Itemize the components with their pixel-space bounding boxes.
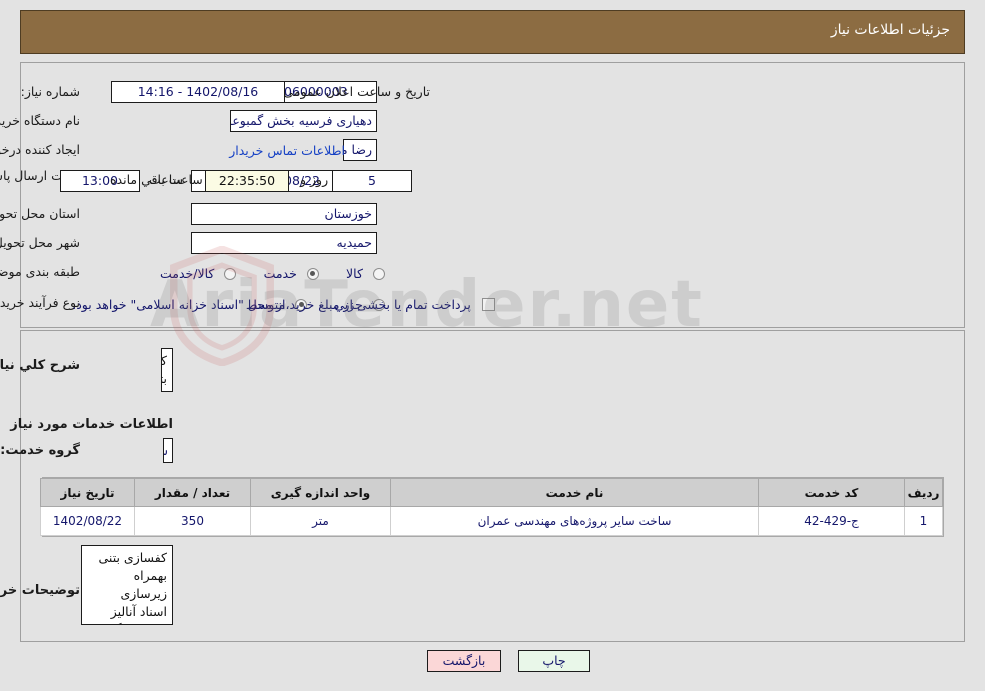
services-table: ردیف کد خدمت نام خدمت واحد اندازه گیری ت…: [40, 478, 943, 536]
service-group-label: گروه خدمت:: [0, 443, 80, 458]
treasury-bond-checkbox-row[interactable]: پرداخت تمام یا بخشی از مبلغ خرید،از محل …: [72, 294, 495, 313]
buyer-notes-textarea[interactable]: کفسازی بتنی بهمراه زیرسازی اسناد آنالیز …: [81, 545, 173, 625]
delivery-province-label: استان محل تحویل:: [0, 206, 80, 221]
delivery-province-value: خوزستان: [191, 203, 377, 225]
table-header-row: ردیف کد خدمت نام خدمت واحد اندازه گیری ت…: [40, 478, 943, 507]
general-desc-textarea[interactable]: کفسازی بتنی بهمراه زیرسازی: [161, 348, 173, 392]
table-header-cell: نام خدمت: [390, 478, 759, 507]
table-header-cell: کد خدمت: [758, 478, 905, 507]
services-table-wrapper: ردیف کد خدمت نام خدمت واحد اندازه گیری ت…: [40, 477, 944, 537]
requester-value: رضا مشیعل فنی دهیاری فرسیه بخش گمبوعه شه…: [343, 139, 377, 161]
category-label: طبقه بندی موضوعی:: [0, 264, 80, 279]
delivery-city-value: حمیدیه: [191, 232, 377, 254]
category-option-label: خدمت: [263, 266, 297, 281]
cell-service-name: ساخت سایر پروژه‌های مهندسی عمران: [390, 506, 759, 536]
table-header-cell: ردیف: [904, 478, 943, 507]
table-header-cell: تاریخ نیاز: [40, 478, 135, 507]
treasury-bond-label: پرداخت تمام یا بخشی از مبلغ خرید،از محل …: [72, 297, 471, 312]
remaining-time-value: 22:35:50: [205, 170, 289, 192]
remaining-time-label: ساعت باقي مانده: [110, 172, 203, 187]
service-group-value: ساختمان: [163, 438, 173, 463]
table-header-cell: واحد اندازه گیری: [250, 478, 391, 507]
general-desc-label: شرح کلي نیاز:: [0, 358, 80, 373]
services-section-title: اطلاعات خدمات مورد نیاز: [10, 417, 173, 432]
radio-icon[interactable]: [224, 267, 237, 280]
cell-quantity: 350: [134, 506, 251, 536]
table-header-cell: تعداد / مقدار: [134, 478, 251, 507]
process-type-label: نوع فرآیند خرید :: [0, 295, 80, 310]
buyer-notes-label: توضیحات خریدار:: [0, 583, 80, 598]
category-option-label: کالا: [346, 266, 363, 281]
remaining-days-value: 5: [332, 170, 412, 192]
category-option-label: کالا/خدمت: [160, 266, 215, 281]
cell-row-index: 1: [904, 506, 943, 536]
category-option-kala[interactable]: کالا: [346, 263, 385, 282]
buyer-contact-link[interactable]: اطلاعات تماس خریدار: [229, 142, 345, 160]
category-radio-group[interactable]: کالا خدمت کالا/خدمت: [138, 262, 385, 282]
buyer-org-label: نام دستگاه خریدار:: [0, 113, 80, 128]
radio-icon[interactable]: [373, 267, 385, 280]
back-button[interactable]: بازگشت: [427, 650, 501, 672]
category-option-khedmat[interactable]: خدمت: [264, 263, 319, 282]
category-option-kala-khedmat[interactable]: کالا/خدمت: [160, 263, 237, 282]
announce-datetime-label: تاریخ و ساعت اعلان عمومی:: [279, 84, 430, 99]
print-button[interactable]: چاپ: [518, 650, 590, 672]
checkbox-icon[interactable]: [482, 298, 495, 311]
page-root: جزئیات اطلاعات نیاز شماره نیاز: 11021054…: [0, 0, 985, 691]
delivery-city-label: شهر محل تحویل:: [0, 235, 80, 250]
table-row: 1 ج-429-42 ساخت سایر پروژه‌های مهندسی عم…: [40, 506, 943, 536]
announce-datetime-value: 1402/08/16 - 14:16: [111, 81, 285, 103]
page-header: جزئیات اطلاعات نیاز: [20, 10, 965, 54]
buyer-org-value: دهیاری فرسیه بخش گمبوعه شهرستان حمیدیه: [230, 110, 377, 132]
remaining-days-label: روز و: [300, 172, 329, 187]
radio-icon[interactable]: [306, 267, 319, 280]
cell-service-code: ج-429-42: [758, 506, 905, 536]
page-title: جزئیات اطلاعات نیاز: [830, 22, 950, 38]
requester-label: ایجاد کننده درخواست:: [0, 142, 80, 157]
cell-unit: متر: [250, 506, 391, 536]
cell-need-date: 1402/08/22: [40, 506, 135, 536]
need-number-label: شماره نیاز:: [20, 84, 80, 99]
